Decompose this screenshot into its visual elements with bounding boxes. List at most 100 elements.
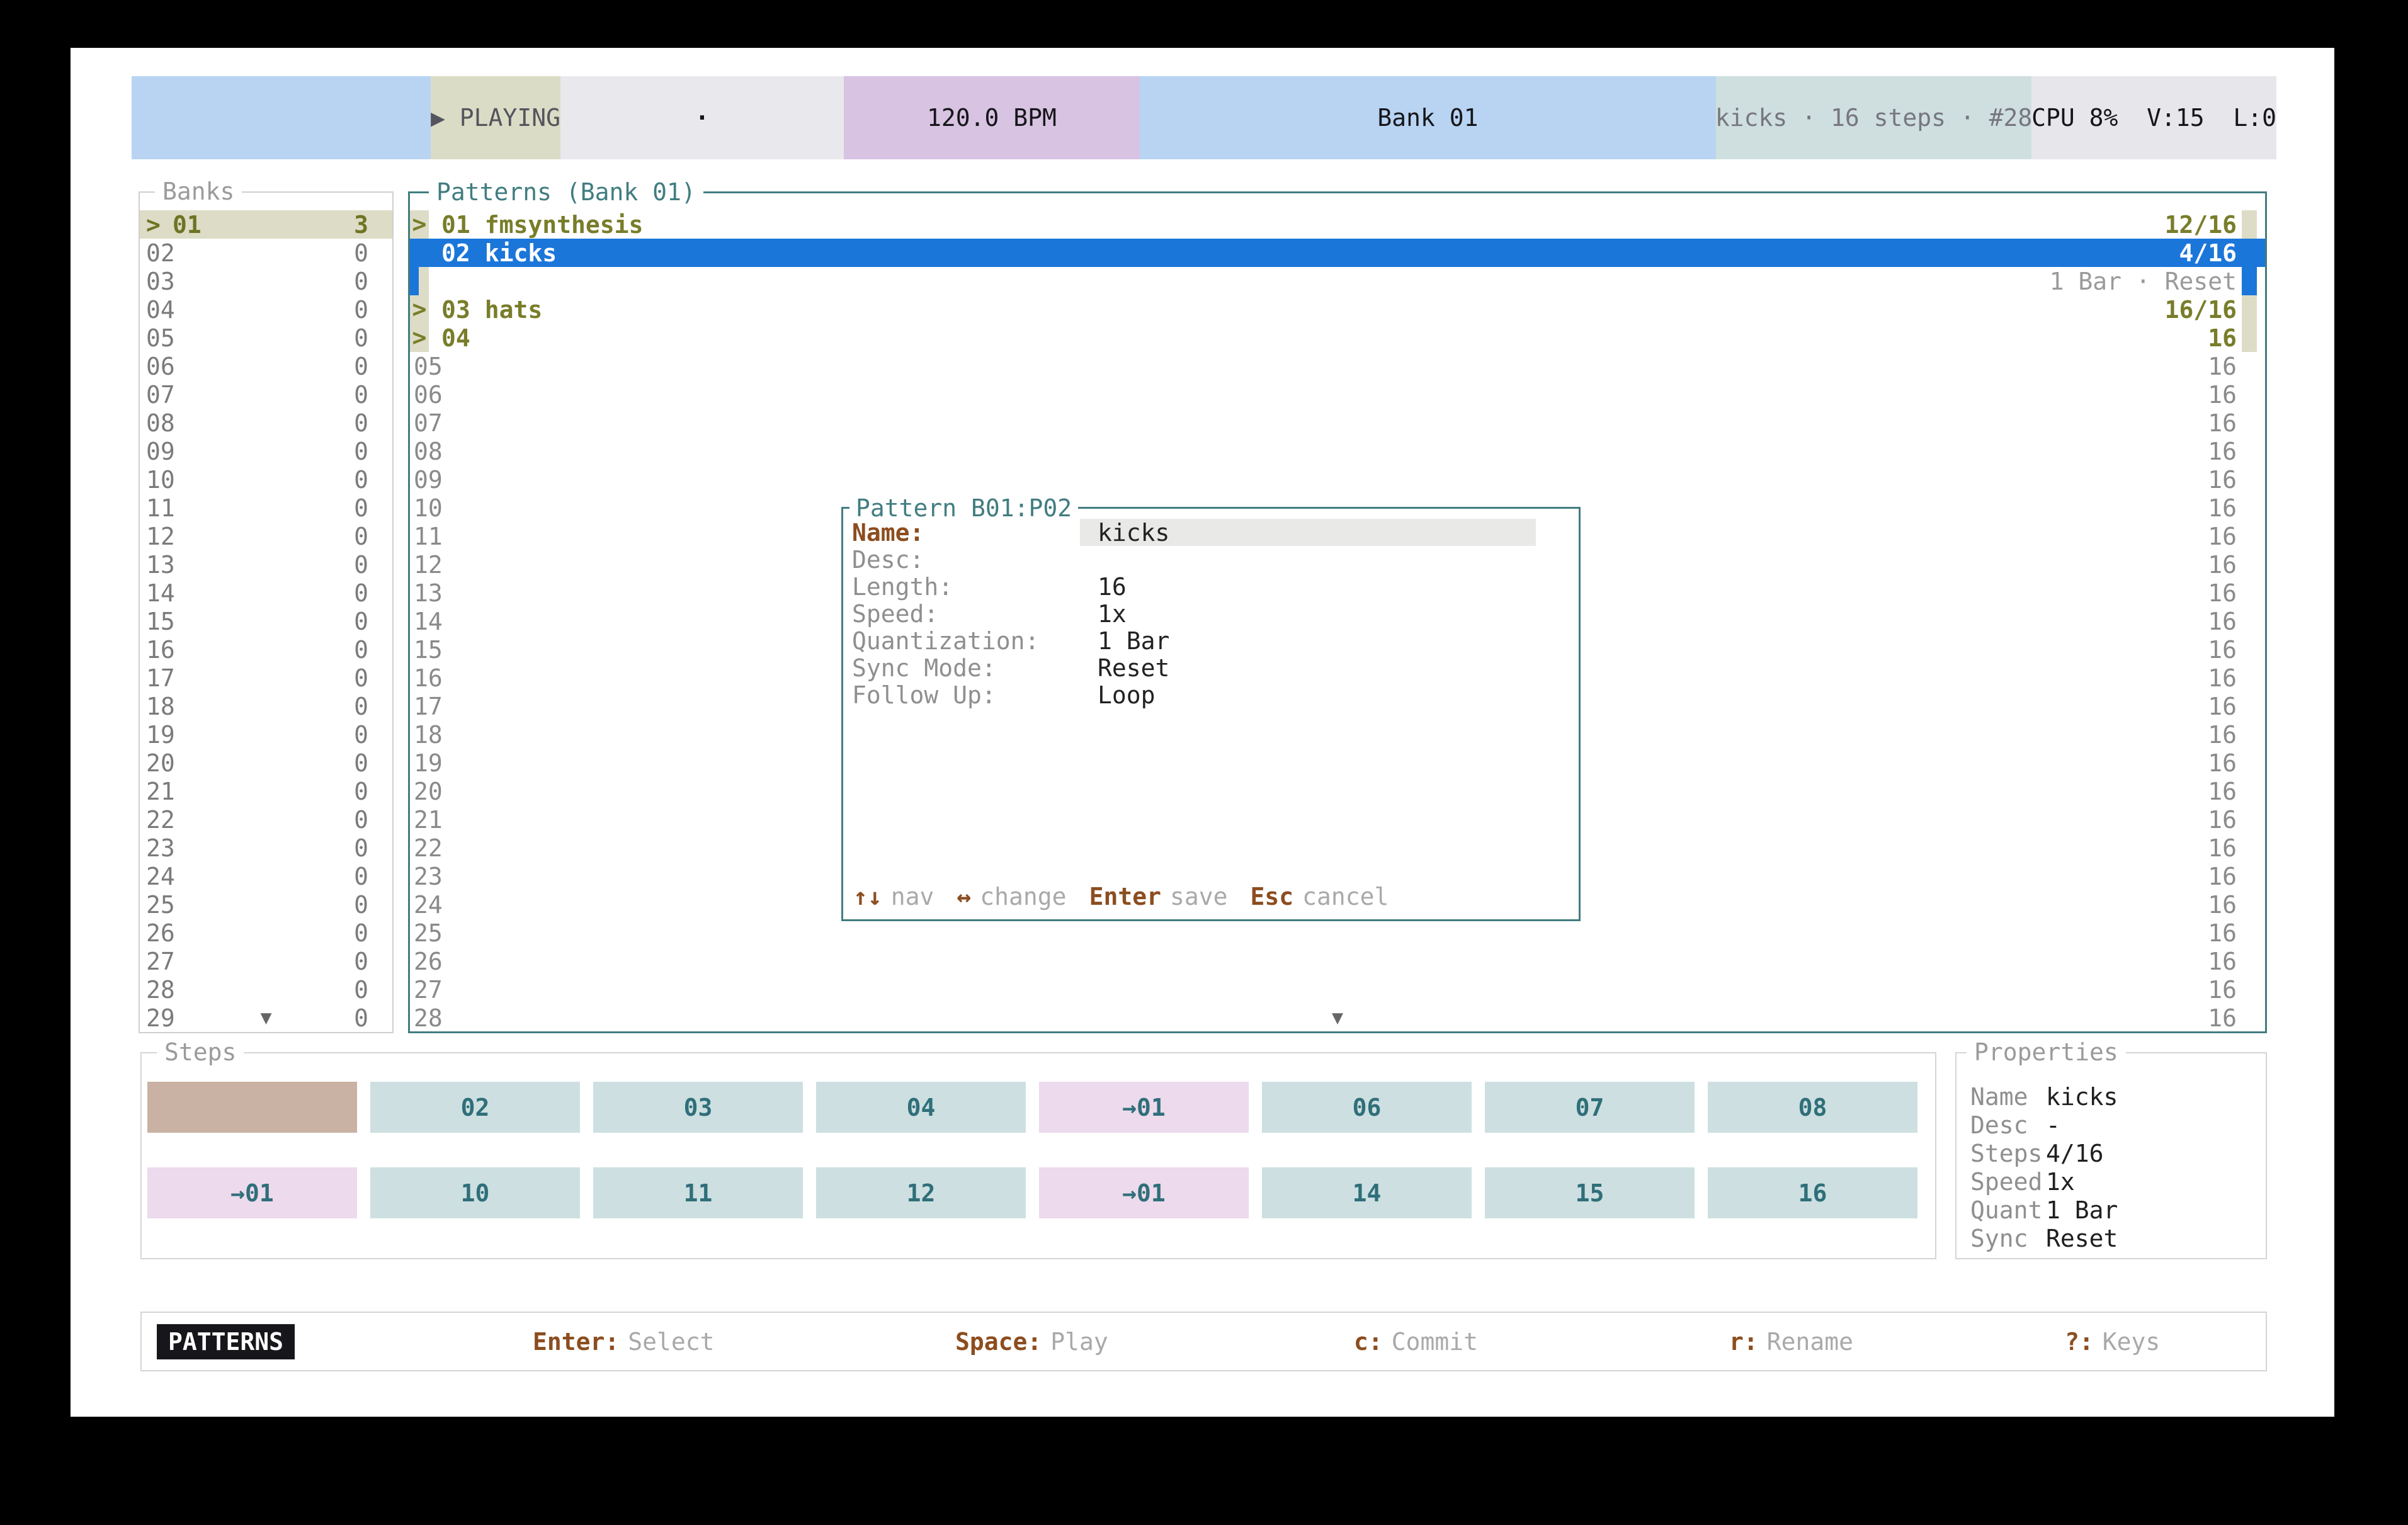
patterns-scrollbar[interactable] — [2242, 239, 2257, 267]
patterns-scrollbar[interactable] — [2242, 409, 2257, 437]
bank-row[interactable]: 15 0 — [140, 607, 392, 635]
step-cell[interactable]: 16 — [1708, 1167, 1917, 1218]
patterns-scrollbar[interactable] — [2242, 749, 2257, 777]
bank-row[interactable]: 04 0 — [140, 295, 392, 324]
patterns-scrollbar[interactable] — [2242, 550, 2257, 579]
step-cell[interactable]: 04 — [816, 1082, 1026, 1133]
patterns-scrollbar[interactable] — [2242, 919, 2257, 947]
bank-row[interactable]: 13 0 — [140, 550, 392, 579]
bank-row[interactable]: 17 0 — [140, 664, 392, 692]
bank-row[interactable]: 07 0 — [140, 380, 392, 409]
bank-row[interactable]: 20 0 — [140, 749, 392, 777]
bank-row[interactable]: > 01 3 — [140, 210, 392, 239]
bank-row[interactable]: 02 0 — [140, 239, 392, 267]
bank-row[interactable]: 03 0 — [140, 267, 392, 295]
pattern-row[interactable]: 27 16 — [410, 975, 2265, 1004]
modal-field-row[interactable]: Speed: 1x — [843, 600, 1579, 627]
field-value[interactable]: Loop — [1080, 681, 1536, 708]
step-cell[interactable]: 12 — [816, 1167, 1026, 1218]
bank-row[interactable]: 16 0 — [140, 635, 392, 664]
bank-row[interactable]: 21 0 — [140, 777, 392, 805]
bank-row[interactable]: 29 ▼ 0 — [140, 1004, 392, 1032]
bank-row[interactable]: 05 0 — [140, 324, 392, 352]
bank-row[interactable]: 10 0 — [140, 465, 392, 494]
bank-row[interactable]: 24 0 — [140, 862, 392, 890]
patterns-scrollbar[interactable] — [2242, 975, 2257, 1004]
patterns-scrollbar[interactable] — [2242, 267, 2257, 295]
bank-row[interactable]: 18 0 — [140, 692, 392, 720]
patterns-scrollbar[interactable] — [2242, 692, 2257, 720]
step-cell[interactable]: 02 — [370, 1082, 580, 1133]
pattern-row[interactable]: 06 16 — [410, 380, 2265, 409]
pattern-row[interactable]: 1 Bar · Reset — [410, 267, 2265, 295]
pattern-row[interactable]: 26 16 — [410, 947, 2265, 975]
step-cell[interactable]: 14 — [1262, 1167, 1472, 1218]
patterns-scrollbar[interactable] — [2242, 834, 2257, 862]
step-cell[interactable]: →01 — [147, 1167, 357, 1218]
bank-row[interactable]: 26 0 — [140, 919, 392, 947]
step-cell[interactable]: 15 — [1485, 1167, 1695, 1218]
patterns-scrollbar[interactable] — [2242, 522, 2257, 550]
patterns-scrollbar[interactable] — [2242, 720, 2257, 749]
patterns-scrollbar[interactable] — [2242, 579, 2257, 607]
bank-row[interactable]: 08 0 — [140, 409, 392, 437]
modal-field-row[interactable]: Quantization: 1 Bar — [843, 627, 1579, 654]
modal-field-row[interactable]: Follow Up: Loop — [843, 681, 1579, 708]
pattern-row[interactable]: 08 16 — [410, 437, 2265, 465]
patterns-scrollbar[interactable] — [2242, 465, 2257, 494]
step-cell[interactable]: 11 — [593, 1167, 803, 1218]
modal-field-row[interactable]: Length: 16 — [843, 573, 1579, 600]
patterns-scrollbar[interactable] — [2242, 890, 2257, 919]
field-value[interactable]: Reset — [1080, 654, 1536, 681]
patterns-scrollbar[interactable] — [2242, 324, 2257, 352]
modal-field-row[interactable]: Desc: — [843, 546, 1579, 573]
patterns-scrollbar[interactable] — [2242, 494, 2257, 522]
bank-row[interactable]: 06 0 — [140, 352, 392, 380]
modal-field-row[interactable]: Sync Mode: Reset — [843, 654, 1579, 681]
step-cell[interactable]: 08 — [1708, 1082, 1917, 1133]
patterns-scrollbar[interactable] — [2242, 947, 2257, 975]
patterns-scrollbar[interactable] — [2242, 607, 2257, 635]
pattern-row[interactable]: > 04 16 — [410, 324, 2265, 352]
patterns-scrollbar[interactable] — [2242, 635, 2257, 664]
patterns-scrollbar[interactable] — [2242, 805, 2257, 834]
bank-row[interactable]: 14 0 — [140, 579, 392, 607]
patterns-scrollbar[interactable] — [2242, 1004, 2257, 1032]
pattern-row[interactable]: > 01 fmsynthesis 12/16 — [410, 210, 2265, 239]
patterns-scrollbar[interactable] — [2242, 437, 2257, 465]
patterns-scrollbar[interactable] — [2242, 862, 2257, 890]
patterns-scrollbar[interactable] — [2242, 664, 2257, 692]
field-value[interactable]: 16 — [1080, 573, 1536, 600]
bank-row[interactable]: 28 0 — [140, 975, 392, 1004]
pattern-row[interactable]: 02 kicks 4/16 — [410, 239, 2265, 267]
bank-row[interactable]: 09 0 — [140, 437, 392, 465]
pattern-row[interactable]: 05 16 — [410, 352, 2265, 380]
step-cell[interactable] — [147, 1082, 357, 1133]
bank-row[interactable]: 19 0 — [140, 720, 392, 749]
field-value[interactable] — [1080, 546, 1536, 573]
pattern-row[interactable]: > 03 hats 16/16 — [410, 295, 2265, 324]
patterns-scrollbar[interactable] — [2242, 777, 2257, 805]
bank-row[interactable]: 12 0 — [140, 522, 392, 550]
pattern-row[interactable]: 09 16 — [410, 465, 2265, 494]
modal-field-row[interactable]: Name: kicks — [843, 519, 1579, 546]
field-value[interactable]: 1 Bar — [1080, 627, 1536, 654]
step-cell[interactable]: 03 — [593, 1082, 803, 1133]
pattern-row[interactable]: 07 16 — [410, 409, 2265, 437]
step-cell[interactable]: →01 — [1039, 1167, 1249, 1218]
bank-row[interactable]: 27 0 — [140, 947, 392, 975]
step-cell[interactable]: 10 — [370, 1167, 580, 1218]
bank-row[interactable]: 23 0 — [140, 834, 392, 862]
bank-row[interactable]: 25 0 — [140, 890, 392, 919]
pattern-row[interactable]: 25 16 — [410, 919, 2265, 947]
field-value[interactable]: kicks — [1080, 519, 1536, 546]
step-cell[interactable]: →01 — [1039, 1082, 1249, 1133]
patterns-scrollbar[interactable] — [2242, 210, 2257, 239]
patterns-scrollbar[interactable] — [2242, 352, 2257, 380]
patterns-scrollbar[interactable] — [2242, 380, 2257, 409]
pattern-row[interactable]: 28 ▼ 16 — [410, 1004, 2265, 1032]
field-value[interactable]: 1x — [1080, 600, 1536, 627]
patterns-scrollbar[interactable] — [2242, 295, 2257, 324]
step-cell[interactable]: 06 — [1262, 1082, 1472, 1133]
bank-row[interactable]: 22 0 — [140, 805, 392, 834]
